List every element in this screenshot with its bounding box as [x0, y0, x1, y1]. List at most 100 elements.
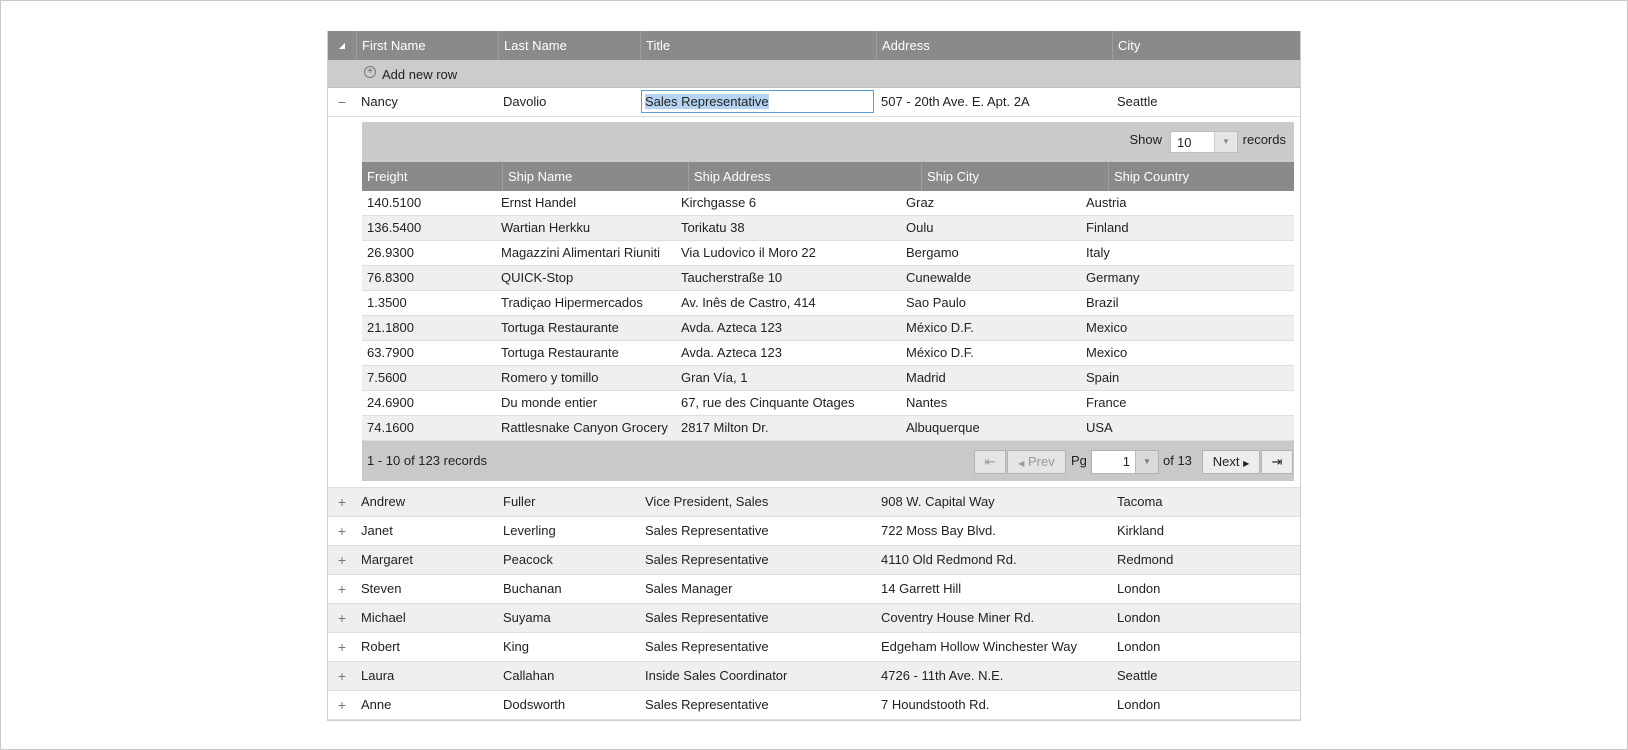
expand-row-icon[interactable]: +: [328, 604, 356, 632]
expand-row-icon[interactable]: +: [328, 517, 356, 545]
table-row[interactable]: 63.7900 Tortuga Restaurante Avda. Azteca 1…: [362, 341, 1294, 366]
add-new-row-label[interactable]: Add new row: [382, 60, 457, 89]
cell-first-name: Janet: [361, 523, 393, 538]
cell-ship-name: QUICK-Stop: [501, 270, 574, 285]
col-header-first-name[interactable]: First Name: [356, 31, 498, 60]
col-header-title[interactable]: Title: [640, 31, 876, 60]
cell-freight: 76.8300: [367, 270, 414, 285]
cell-ship-name: Romero y tomillo: [501, 370, 599, 385]
cell-first-name: Michael: [361, 610, 406, 625]
pg-label: Pg: [1071, 453, 1087, 468]
employees-grid: ◢ First Name Last Name Title Address Cit…: [327, 31, 1301, 721]
cell-address: 4110 Old Redmond Rd.: [881, 552, 1017, 567]
cell-ship-address: Torikatu 38: [681, 220, 745, 235]
table-row[interactable]: 136.5400 Wartian Herkku Torikatu 38 Oulu Fin…: [362, 216, 1294, 241]
cell-ship-country: Finland: [1086, 220, 1129, 235]
expand-row-icon[interactable]: +: [328, 488, 356, 516]
cell-ship-city: Madrid: [906, 370, 946, 385]
cell-freight: 7.5600: [367, 370, 407, 385]
table-row[interactable]: + Janet Leverling Sales Representative 722 M…: [328, 517, 1300, 546]
chevron-down-icon[interactable]: ▼: [1214, 132, 1237, 152]
last-page-icon[interactable]: ⇥: [1261, 450, 1293, 474]
cell-ship-country: France: [1086, 395, 1127, 410]
page-size-select[interactable]: 10 ▼: [1170, 131, 1238, 153]
cell-first-name: Andrew: [361, 494, 406, 509]
cell-ship-name: Tortuga Restaurante: [501, 320, 619, 335]
cell-last-name: Callahan: [503, 668, 555, 683]
table-row[interactable]: + Steven Buchanan Sales Manager 14 Garrett H…: [328, 575, 1300, 604]
page-size-value: 10: [1177, 135, 1192, 150]
add-circle-icon[interactable]: +: [364, 66, 376, 78]
table-row-expanded[interactable]: − Nancy Davolio Sales Representative 507…: [328, 88, 1300, 117]
table-row[interactable]: 76.8300 QUICK-Stop Taucherstraße 10 Cunewal…: [362, 266, 1294, 291]
table-row[interactable]: 140.5100 Ernst Handel Kirchgasse 6 Graz Aust…: [362, 191, 1294, 216]
cell-title: Vice President, Sales: [645, 494, 769, 509]
cell-freight: 21.1800: [367, 320, 414, 335]
cell-city: Redmond: [1117, 552, 1174, 567]
title-edit-value: Sales Representative: [645, 94, 769, 109]
cell-first-name: Nancy: [361, 94, 398, 109]
grid-header: ◢ First Name Last Name Title Address Cit…: [328, 31, 1300, 60]
expand-row-icon[interactable]: +: [328, 662, 356, 690]
cell-freight: 24.6900: [367, 395, 414, 410]
col-header-freight[interactable]: Freight: [362, 162, 502, 191]
cell-ship-country: USA: [1086, 420, 1113, 435]
cell-ship-country: Germany: [1086, 270, 1140, 285]
cell-ship-name: Du monde entier: [501, 395, 598, 410]
title-edit-input[interactable]: Sales Representative: [641, 90, 874, 113]
collapse-row-icon[interactable]: −: [328, 88, 356, 116]
expand-row-icon[interactable]: +: [328, 575, 356, 603]
table-row[interactable]: 74.1600 Rattlesnake Canyon Grocery 2817 Mi…: [362, 416, 1294, 441]
table-row[interactable]: 1.3500 Tradiçao Hipermercados Av. Inês de …: [362, 291, 1294, 316]
cell-ship-address: Av. Inês de Castro, 414: [681, 295, 816, 310]
add-new-row-bar[interactable]: + Add new row: [328, 60, 1300, 88]
cell-ship-city: México D.F.: [906, 345, 974, 360]
cell-ship-name: Wartian Herkku: [501, 220, 591, 235]
expand-all-toggle-icon[interactable]: ◢: [328, 31, 356, 60]
col-header-city[interactable]: City: [1112, 31, 1300, 60]
cell-address: 908 W. Capital Way: [881, 494, 995, 509]
col-header-last-name[interactable]: Last Name: [498, 31, 640, 60]
table-row[interactable]: + Robert King Sales Representative Edgeham H…: [328, 633, 1300, 662]
table-row[interactable]: 24.6900 Du monde entier 67, rue des Cinqua…: [362, 391, 1294, 416]
chevron-down-icon[interactable]: ▼: [1135, 451, 1158, 473]
pager-summary: 1 - 10 of 123 records: [367, 453, 487, 468]
cell-ship-address: 2817 Milton Dr.: [681, 420, 769, 435]
table-row[interactable]: 21.1800 Tortuga Restaurante Avda. Azteca 1…: [362, 316, 1294, 341]
cell-ship-city: Nantes: [906, 395, 948, 410]
cell-ship-address: Kirchgasse 6: [681, 195, 757, 210]
expand-row-icon[interactable]: +: [328, 691, 356, 719]
expand-row-icon[interactable]: +: [328, 633, 356, 661]
page-count-label: of 13: [1163, 453, 1192, 468]
cell-city: London: [1117, 581, 1161, 596]
cell-ship-name: Tortuga Restaurante: [501, 345, 619, 360]
table-row[interactable]: 7.5600 Romero y tomillo Gran Vía, 1 Madrid S…: [362, 366, 1294, 391]
page-number-input[interactable]: 1 ▼: [1091, 450, 1159, 474]
cell-ship-name: Ernst Handel: [501, 195, 577, 210]
table-row[interactable]: + Anne Dodsworth Sales Representative 7 Houn…: [328, 691, 1300, 720]
expand-row-icon[interactable]: +: [328, 546, 356, 574]
first-page-icon[interactable]: ⇤: [974, 450, 1006, 474]
cell-city: London: [1117, 610, 1161, 625]
col-header-address[interactable]: Address: [876, 31, 1112, 60]
table-row[interactable]: + Andrew Fuller Vice President, Sales 908 W.…: [328, 488, 1300, 517]
cell-address: Coventry House Miner Rd.: [881, 610, 1035, 625]
cell-last-name: King: [503, 639, 530, 654]
table-row[interactable]: + Margaret Peacock Sales Representative 4110…: [328, 546, 1300, 575]
cell-ship-address: Taucherstraße 10: [681, 270, 783, 285]
cell-title: Sales Manager: [645, 581, 733, 596]
cell-address: 507 - 20th Ave. E. Apt. 2A: [881, 94, 1030, 109]
col-header-ship-address[interactable]: Ship Address: [688, 162, 921, 191]
prev-page-button[interactable]: ◀ Prev: [1007, 450, 1066, 474]
table-row[interactable]: 26.9300 Magazzini Alimentari Riuniti Via L…: [362, 241, 1294, 266]
table-row[interactable]: + Laura Callahan Inside Sales Coordinator 47…: [328, 662, 1300, 691]
cell-title: Inside Sales Coordinator: [645, 668, 788, 683]
next-page-button[interactable]: Next ▶: [1202, 450, 1260, 474]
cell-title: Sales Representative: [645, 639, 769, 654]
col-header-ship-city[interactable]: Ship City: [921, 162, 1108, 191]
cell-ship-city: Albuquerque: [906, 420, 980, 435]
col-header-ship-name[interactable]: Ship Name: [502, 162, 688, 191]
cell-last-name: Peacock: [503, 552, 553, 567]
col-header-ship-country[interactable]: Ship Country: [1108, 162, 1294, 191]
table-row[interactable]: + Michael Suyama Sales Representative Covent…: [328, 604, 1300, 633]
